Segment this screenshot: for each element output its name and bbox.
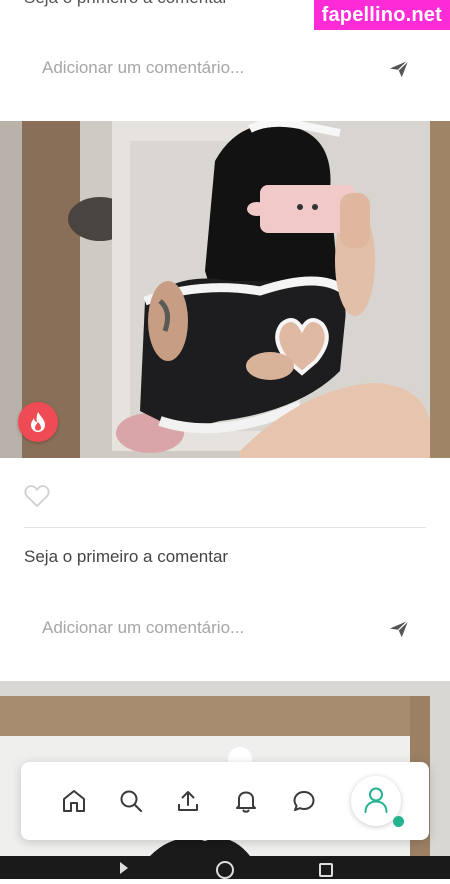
first-comment-prompt: Seja o primeiro a comentar xyxy=(24,547,229,566)
bottom-navigation xyxy=(21,762,429,840)
comment-input[interactable]: Adicionar um comentário... xyxy=(42,618,244,638)
back-icon xyxy=(120,862,128,874)
send-icon[interactable] xyxy=(388,58,410,80)
profile-icon xyxy=(364,787,388,813)
fire-icon xyxy=(31,412,45,432)
home-icon[interactable] xyxy=(61,788,87,814)
system-nav-buttons xyxy=(120,861,333,879)
system-navigation-bar xyxy=(0,856,450,879)
comment-input-row-top[interactable]: Adicionar um comentário... xyxy=(0,40,450,100)
comment-input-row[interactable]: Adicionar um comentário... xyxy=(0,600,450,660)
upload-icon[interactable] xyxy=(175,788,201,814)
online-status-dot xyxy=(393,816,404,827)
comment-input[interactable]: Adicionar um comentário... xyxy=(42,58,244,78)
send-icon[interactable] xyxy=(388,618,410,640)
post-photo[interactable] xyxy=(0,121,450,458)
chat-icon[interactable] xyxy=(291,788,317,814)
profile-button[interactable] xyxy=(351,776,404,827)
fire-badge[interactable] xyxy=(18,402,58,442)
recents-icon xyxy=(319,863,333,877)
heart-icon[interactable] xyxy=(24,484,50,508)
divider xyxy=(24,527,426,528)
bell-icon[interactable] xyxy=(233,788,259,814)
top-partial-comment-text: Seja o primeiro a comentar xyxy=(24,0,228,8)
search-icon[interactable] xyxy=(118,788,144,814)
watermark: fapellino.net xyxy=(313,0,450,30)
home-button-icon xyxy=(216,861,234,879)
